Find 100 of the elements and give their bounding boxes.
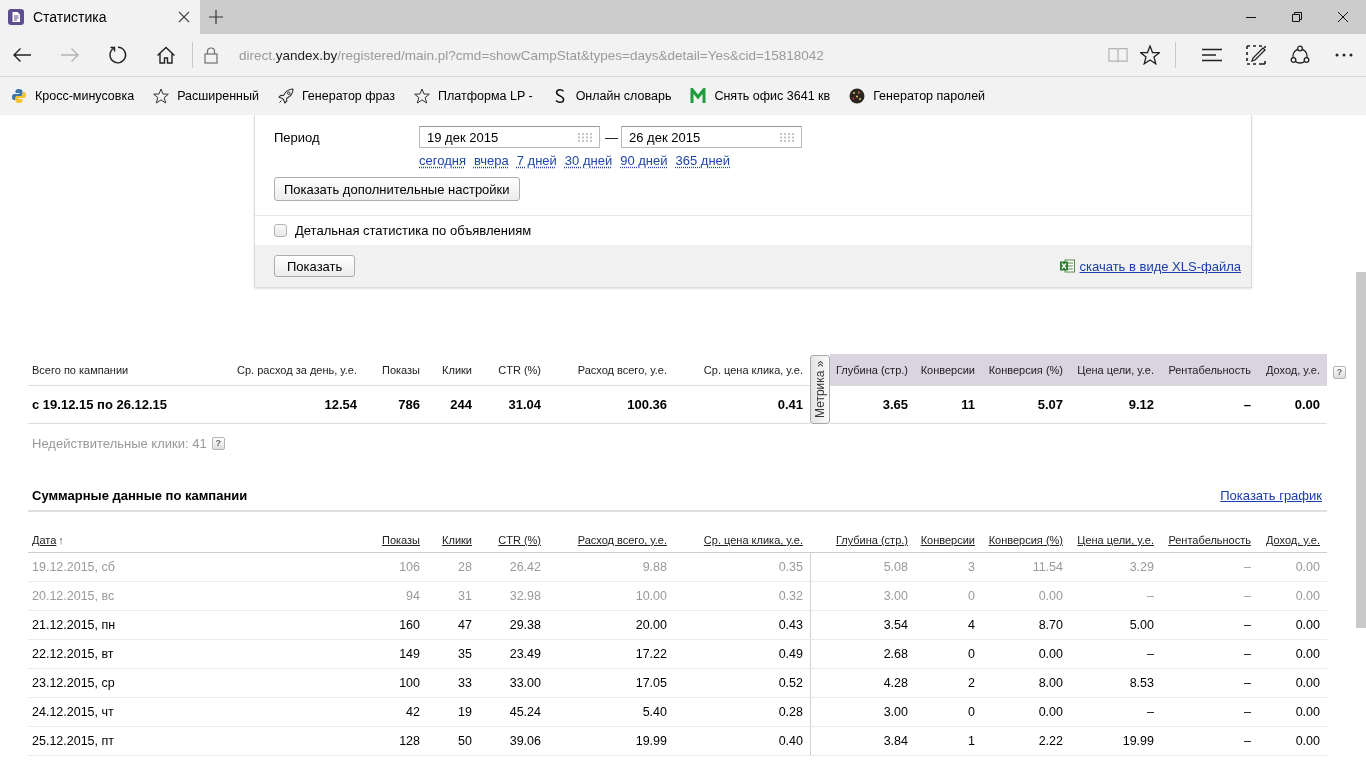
table-cell-text: – [1146,588,1155,605]
table-cell-text: 26.42 [508,559,542,576]
table-cell-text: 10.00 [634,588,668,605]
refresh-icon[interactable] [108,45,128,65]
more-icon[interactable] [1335,53,1353,57]
column-header: Ср. расход за день, у.е. [230,354,364,386]
bookmark-link[interactable]: Генератор паролей [873,89,986,103]
star-icon[interactable] [1140,45,1160,65]
table-cell-text: – [1146,646,1155,663]
table-cell-text: – [1243,733,1252,750]
date-preset-link[interactable]: вчера [473,153,509,168]
date-preset-link[interactable]: 30 дней [564,153,613,168]
table-cell-text: 0.00 [1294,559,1321,576]
column-header[interactable]: Дата [32,534,57,546]
plus-icon[interactable] [209,10,223,24]
table-cell-text: – [1243,646,1252,663]
date-preset-link[interactable]: 365 дней [675,153,731,168]
metrika-tab[interactable]: Метрика » [810,355,830,424]
table-cell-text: 2.22 [1037,733,1064,750]
table-cell-text: 42 [405,704,421,721]
bookmark-link[interactable]: Генератор фраз [301,89,396,103]
total-cell: 3.65 [830,386,915,424]
table-cell-text: 23.12.2015, ср [31,675,116,692]
column-header[interactable]: Показы [381,534,420,546]
table-cell-text: 3 [967,559,976,576]
table-cell-text: 39.06 [508,733,542,750]
table-cell-text: 2.68 [882,646,909,663]
bookmark-link[interactable]: Платформа LP - [438,89,533,103]
bookmark-link[interactable]: Расширенный [177,89,259,103]
date-preset-link[interactable]: сегодня [419,153,466,168]
dot-grid-icon[interactable] [780,132,794,142]
browser-tab[interactable]: Статистика [0,0,200,34]
table-cell-text: 19.99 [1121,733,1155,750]
table-cell-text: 100 [398,675,421,692]
bookmark-link[interactable]: Онлайн словарь [575,89,672,103]
star-icon [414,88,431,104]
bookmark-link[interactable]: Кросс-минусовка [35,89,135,103]
table-cell-text: 0 [967,704,976,721]
star-icon [153,88,170,104]
table-cell-text: 5.08 [882,559,909,576]
column-header[interactable]: Цена цели, у.е. [1077,534,1154,546]
close-icon[interactable] [1338,12,1348,22]
column-header: CTR (%) [479,354,548,386]
table-cell-text: 0.00 [1294,733,1321,750]
table-cell-text: 31 [457,588,473,605]
total-cell: 31.04 [479,386,548,424]
column-header: Всего по кампании [28,354,230,386]
download-xls-link[interactable]: скачать в виде XLS-файла [1079,258,1241,274]
date-preset-link[interactable]: 90 дней [620,153,668,168]
column-header: Глубина (стр.) [830,354,915,386]
table-cell-text: 94 [405,588,421,605]
table-cell-text: 4 [967,617,976,634]
pen-square-icon[interactable] [1246,45,1266,65]
column-header: Конверсии [915,354,982,386]
column-header[interactable]: Доход, у.е. [1266,534,1320,546]
column-header[interactable]: Рентабельность [1168,534,1251,546]
column-header[interactable]: Конверсия (%) [988,534,1063,546]
table-cell-text: 11.54 [1031,559,1064,576]
total-cell: 11 [915,386,982,424]
date-field[interactable]: 26 дек 2015 [621,126,802,148]
home-icon[interactable] [156,45,176,65]
dot-grid-icon[interactable] [578,132,592,142]
restore-icon[interactable] [1292,12,1302,22]
close-icon[interactable] [178,11,190,23]
date-field[interactable]: 19 дек 2015 [419,126,600,148]
column-header[interactable]: Расход всего, у.е. [577,534,667,546]
table-cell-text: 0.00 [1294,646,1321,663]
table-cell-text: 1 [967,733,976,750]
checkbox[interactable] [274,224,287,237]
table-cell-text: 0.00 [1294,704,1321,721]
table-cell-text: 2 [967,675,976,692]
letter-m-icon [690,88,707,104]
show-button[interactable]: Показать [274,255,356,277]
bookmark-link[interactable]: Снять офис 3641 кв [714,89,831,103]
python-icon [11,88,27,104]
scrollbar-thumb[interactable] [1356,272,1366,628]
column-header[interactable]: Ср. цена клика, у.е. [703,534,803,546]
table-cell-text: 0.52 [777,675,804,692]
date-preset-link[interactable]: 7 дней [516,153,557,168]
checkbox-label[interactable]: Детальная статистика по объявлениям [295,223,532,238]
help-button[interactable]: ? [1333,366,1346,379]
show-chart-link[interactable]: Показать график [1220,488,1322,503]
share-icon[interactable] [1290,45,1310,65]
total-cell: 786 [364,386,427,424]
help-button[interactable]: ? [211,437,225,450]
total-cell: 244 [427,386,479,424]
column-header[interactable]: Клики [442,534,472,546]
column-header[interactable]: Конверсии [920,534,975,546]
field-label: Период [274,129,321,145]
total-cell: – [1161,386,1258,424]
table-cell-text: 20.12.2015, вс [31,588,116,605]
table-cell-text: 0.00 [1037,646,1064,663]
invalid-clicks-text: Недействительные клики: 41 [32,436,207,451]
section-title: Суммарные данные по кампании [32,488,248,503]
column-header[interactable]: Глубина (стр.) [835,534,908,546]
table-cell-text: 47 [457,617,473,634]
column-header[interactable]: CTR (%) [498,534,541,546]
more-settings-button[interactable]: Показать дополнительные настройки [274,177,520,201]
table-cell-text: 0.40 [777,733,804,750]
table-cell-text: 24.12.2015, чт [31,704,115,721]
